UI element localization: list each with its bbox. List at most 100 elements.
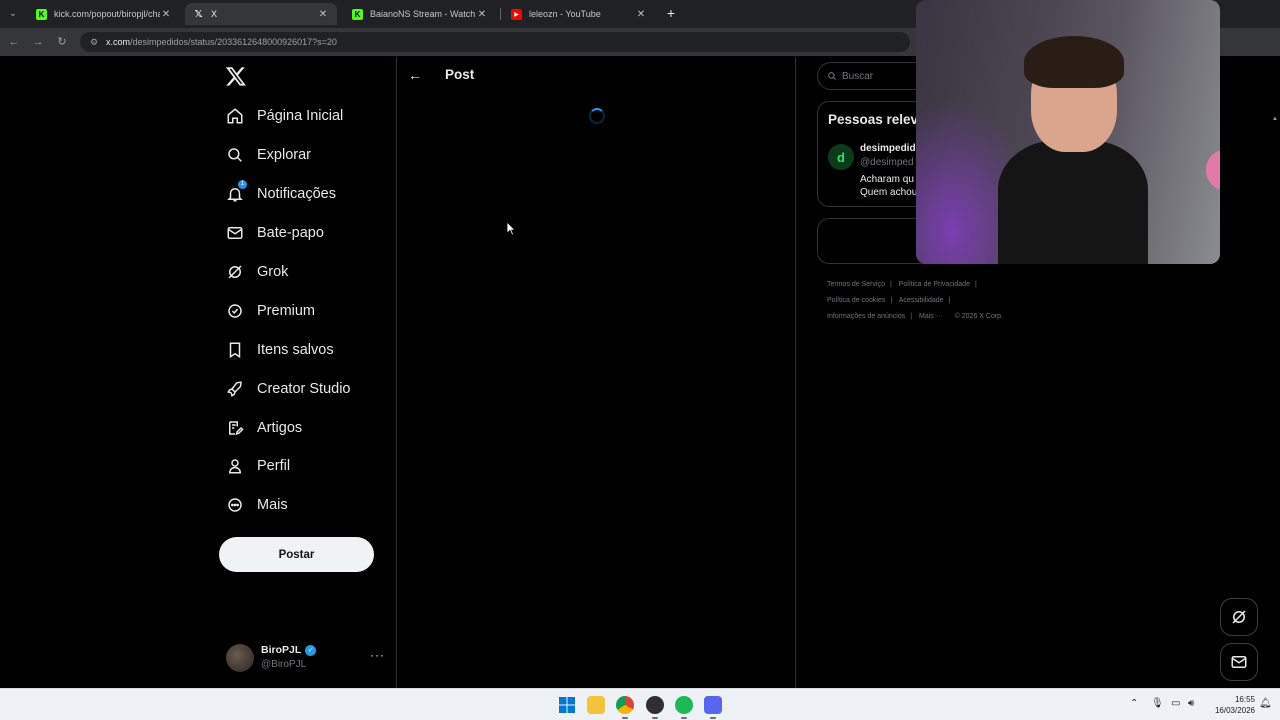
divider	[396, 57, 397, 688]
obs-icon[interactable]	[646, 696, 664, 714]
discord-icon[interactable]	[704, 696, 722, 714]
sidebar-item-articles[interactable]: Artigos	[224, 411, 302, 445]
reload-icon[interactable]: ↻	[55, 35, 69, 49]
bell-icon: 1	[224, 180, 247, 205]
new-tab-plus-icon[interactable]: +	[664, 6, 678, 20]
sidebar-item-profile[interactable]: Perfil	[224, 449, 290, 483]
tab-separator	[500, 8, 501, 20]
sidebar-item-premium[interactable]: Premium	[224, 294, 315, 328]
account-name: BiroPJL	[261, 644, 302, 656]
tab-youtube[interactable]: ▶ leleozn - YouTube ✕	[503, 3, 655, 25]
sidebar-item-label: Notificações	[257, 186, 336, 202]
ads-info-link[interactable]: Informações de anúncios	[827, 313, 905, 320]
taskbar: ⌃ 🎙︎ ▭ 🔊︎ 16:55 16/03/2026 🔔︎	[0, 688, 1280, 720]
clock-time: 16:55	[1234, 695, 1255, 704]
sidebar-item-label: Mais	[257, 497, 288, 513]
sidebar-item-notifications[interactable]: 1 Notificações	[224, 177, 336, 211]
account-handle: @BiroPJL	[261, 659, 307, 670]
mouse-cursor-icon	[507, 222, 516, 236]
notifications-bell-icon[interactable]: 🔔︎	[1259, 698, 1272, 709]
url-path: /desimpedidos/status/2033612648000926017…	[130, 37, 337, 47]
sidebar-item-grok[interactable]: Grok	[224, 255, 288, 289]
tab-x[interactable]: 𝕏 X ✕	[185, 3, 337, 25]
x-app: Página Inicial Explorar 1 Notificações B…	[0, 0, 1280, 688]
grok-icon	[1232, 610, 1246, 624]
notification-badge: 1	[238, 180, 247, 189]
search-icon	[828, 72, 836, 80]
webcam-plant	[1206, 150, 1220, 190]
user-bio: Acharam qu	[860, 174, 914, 185]
sidebar-item-creator-studio[interactable]: Creator Studio	[224, 372, 351, 406]
youtube-icon: ▶	[511, 8, 522, 20]
tab-kick-chat[interactable]: K kick.com/popout/biropjl/chat ✕	[28, 3, 180, 25]
page-title: Post	[445, 67, 475, 82]
active-indicator	[622, 717, 628, 719]
post-button[interactable]: Postar	[219, 537, 374, 572]
close-icon[interactable]: ✕	[160, 9, 172, 20]
system-clock[interactable]: 16:55 16/03/2026	[1205, 694, 1255, 716]
sidebar-item-label: Página Inicial	[257, 108, 344, 124]
premium-icon	[224, 300, 246, 322]
chrome-icon[interactable]	[616, 696, 634, 714]
sidebar-item-label: Premium	[257, 303, 316, 319]
grok-icon	[224, 261, 246, 283]
sidebar-item-label: Artigos	[257, 420, 303, 436]
search-placeholder: Buscar	[842, 70, 874, 82]
sidebar-item-label: Creator Studio	[257, 381, 351, 397]
grok-float-button[interactable]	[1220, 598, 1258, 636]
loading-spinner	[589, 108, 605, 124]
more-circle-icon	[224, 494, 246, 516]
clock-date: 16/03/2026	[1214, 706, 1255, 715]
bookmark-icon	[224, 339, 246, 361]
home-icon	[224, 105, 246, 127]
more-link[interactable]: Mais ···	[919, 313, 943, 320]
sidebar-item-more[interactable]: Mais	[224, 488, 288, 522]
search-icon	[224, 144, 246, 166]
account-switcher[interactable]: BiroPJL ✓ @BiroPJL ···	[226, 642, 386, 674]
x-icon: 𝕏	[194, 8, 203, 20]
x-logo-icon[interactable]	[225, 65, 247, 87]
scroll-up-arrow-icon[interactable]: ▲	[1272, 116, 1278, 122]
close-icon[interactable]: ✕	[635, 9, 647, 20]
active-indicator	[652, 717, 658, 719]
sidebar-item-label: Perfil	[257, 458, 291, 474]
sidebar-item-explore[interactable]: Explorar	[224, 138, 311, 172]
microphone-icon[interactable]: 🎙︎	[1151, 698, 1164, 709]
sidebar-item-chat[interactable]: Bate-papo	[224, 216, 324, 250]
address-bar[interactable]: ⚙ x.com /desimpedidos/status/20336126480…	[80, 32, 910, 52]
kick-icon: K	[36, 8, 47, 20]
user-name[interactable]: desimpedid	[860, 143, 916, 154]
site-info-icon[interactable]: ⚙	[88, 36, 100, 48]
avatar[interactable]: d	[828, 144, 854, 170]
account-name-row: BiroPJL ✓	[261, 644, 317, 656]
article-icon	[224, 417, 246, 439]
sidebar-item-label: Itens salvos	[257, 342, 334, 358]
privacy-link[interactable]: Política de Privacidade	[899, 281, 970, 288]
copyright: © 2026 X Corp.	[954, 313, 1004, 320]
divider	[795, 57, 796, 688]
back-arrow-icon[interactable]: ←	[7, 35, 21, 49]
terms-link[interactable]: Termos de Serviço	[827, 281, 885, 288]
messages-float-button[interactable]	[1220, 643, 1258, 681]
tray-chevron-icon[interactable]: ⌃	[1130, 698, 1138, 709]
sidebar-item-label: Explorar	[257, 147, 311, 163]
forward-arrow-icon[interactable]: →	[31, 35, 45, 49]
sidebar-item-label: Grok	[257, 264, 289, 280]
network-icon[interactable]: ▭	[1171, 698, 1180, 709]
accessibility-link[interactable]: Acessibilidade	[899, 297, 944, 304]
sidebar-item-home[interactable]: Página Inicial	[224, 99, 343, 133]
spotify-icon[interactable]	[675, 696, 693, 714]
active-indicator	[710, 717, 716, 719]
windows-start-icon[interactable]	[558, 696, 576, 714]
tab-baiano-stream[interactable]: K BaianoNS Stream - Watch Live o ✕	[344, 3, 496, 25]
close-icon[interactable]: ✕	[317, 9, 329, 20]
back-arrow-icon[interactable]: ←	[407, 67, 423, 83]
close-icon[interactable]: ✕	[476, 9, 488, 20]
tab-search-icon[interactable]: ⌄	[5, 6, 21, 22]
file-explorer-icon[interactable]	[587, 696, 605, 714]
volume-icon[interactable]: 🔊︎	[1188, 698, 1194, 709]
more-dots-icon[interactable]: ···	[370, 648, 385, 662]
cookies-link[interactable]: Política de cookies	[827, 297, 885, 304]
url-host: x.com	[106, 37, 131, 47]
sidebar-item-bookmarks[interactable]: Itens salvos	[224, 333, 334, 367]
